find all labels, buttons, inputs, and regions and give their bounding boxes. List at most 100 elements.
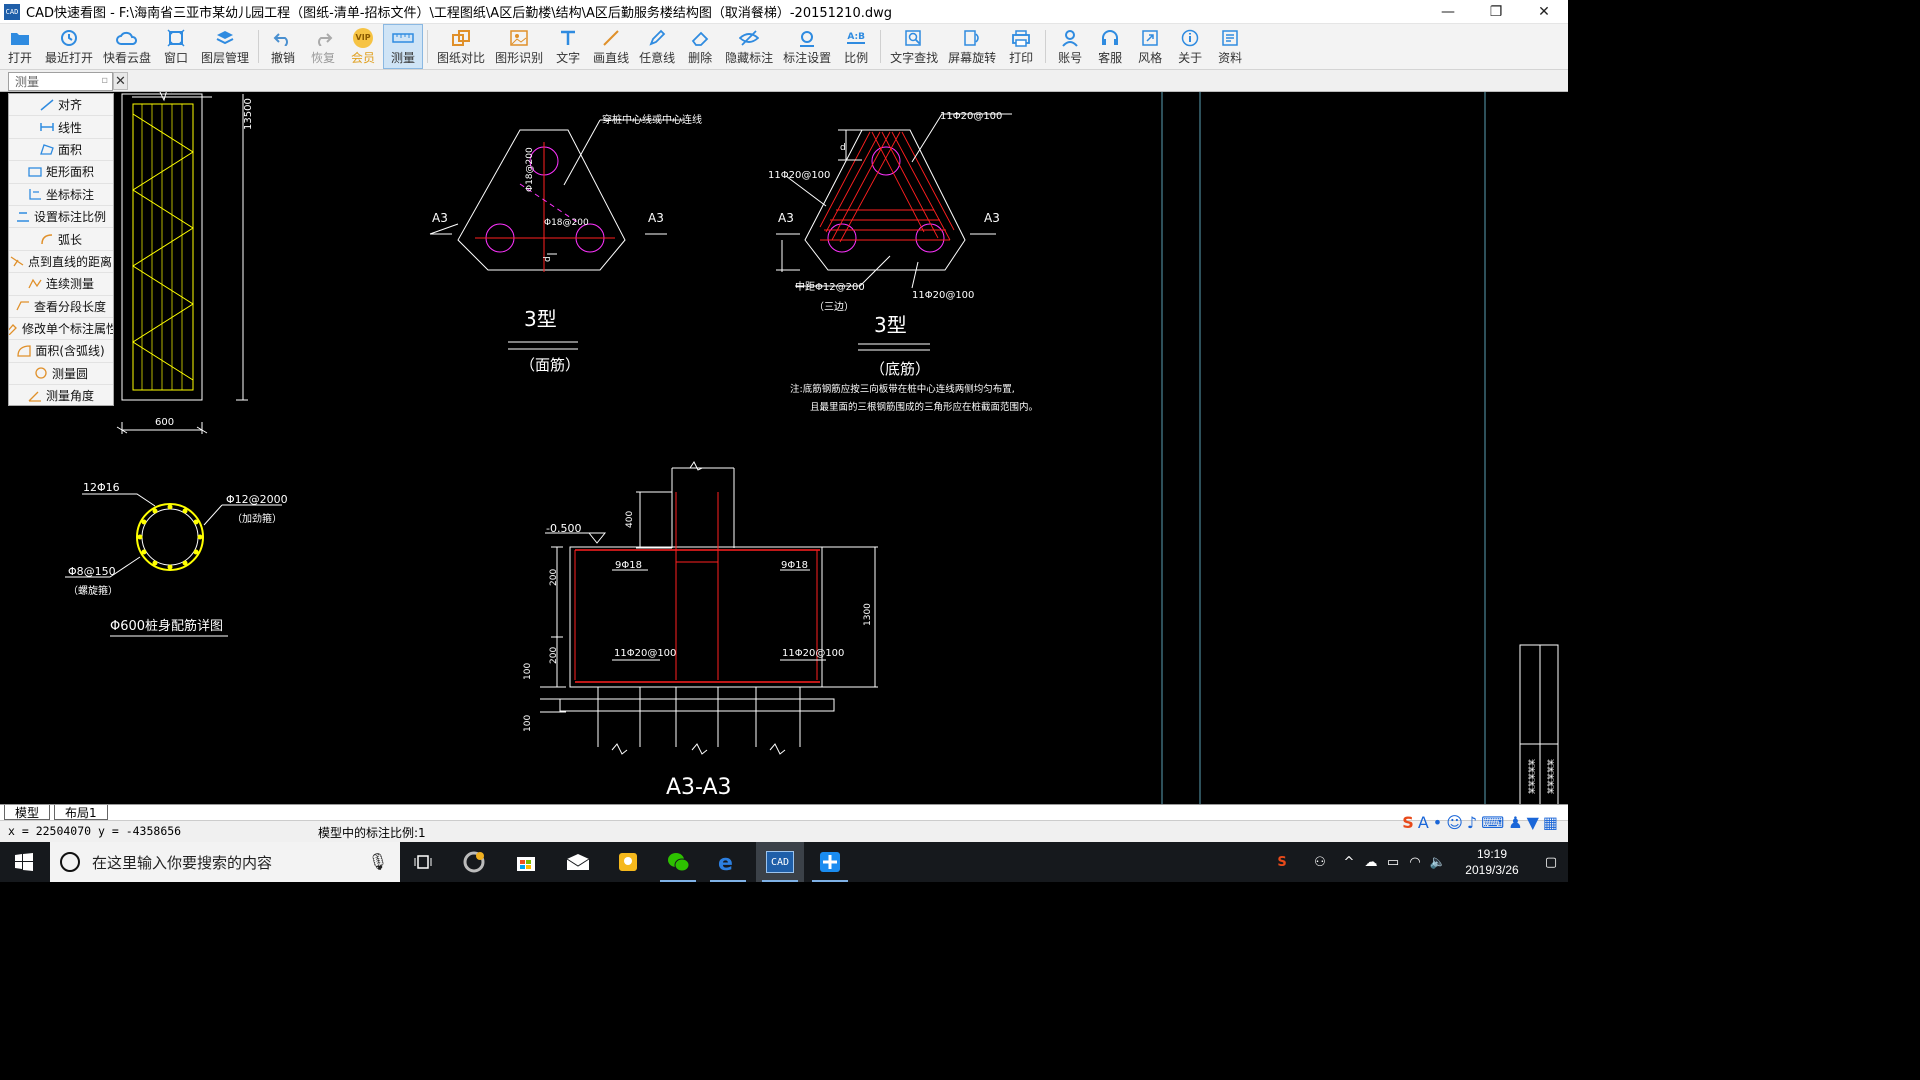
battery-icon[interactable]: ▭ [1382, 855, 1404, 870]
measure-button[interactable]: 测量 [383, 24, 424, 69]
window-icon [165, 28, 187, 48]
measure-item-circle[interactable]: 测量圆 [9, 363, 113, 386]
recent-button[interactable]: 最近打开 [40, 24, 98, 69]
store-icon[interactable] [502, 842, 550, 882]
windows-start-icon[interactable] [0, 842, 48, 882]
wechat-icon[interactable] [654, 842, 702, 882]
measure-item-set-scale[interactable]: 设置标注比例 [9, 206, 113, 229]
section-dim-400: 400 [625, 511, 635, 528]
open-button[interactable]: 打开 [0, 24, 40, 69]
docs-button[interactable]: 资料 [1210, 24, 1250, 69]
t3-right-d: d [840, 143, 846, 153]
task-view-icon[interactable] [400, 842, 448, 882]
dim-settings-button[interactable]: 标注设置 [778, 24, 836, 69]
style-button[interactable]: 风格 [1130, 24, 1170, 69]
measure-item-label: 弧长 [57, 232, 82, 247]
measure-item-coordinate[interactable]: 坐标标注 [9, 184, 113, 206]
measure-label: 测量 [391, 50, 416, 65]
measure-item-label: 连续测量 [45, 277, 94, 292]
onedrive-icon[interactable]: ☁ [1360, 855, 1382, 870]
clock-time: 19:19 [1476, 847, 1508, 861]
ime-grid-icon[interactable]: ▦ [1543, 813, 1558, 832]
panel-close-icon[interactable]: ✕ [113, 72, 128, 90]
measure-item-align[interactable]: 对齐 [9, 94, 113, 117]
cloud-button[interactable]: 快看云盘 [98, 24, 156, 69]
close-button[interactable]: ✕ [1520, 0, 1568, 24]
undo-button[interactable]: 撤销 [263, 24, 303, 69]
t3-right-bar-bottom: 11Φ20@100 [912, 290, 974, 301]
volume-icon[interactable]: 🔈 [1426, 855, 1450, 870]
service-button[interactable]: 客服 [1090, 24, 1130, 69]
taskbar-search-box[interactable]: 在这里输入你要搜索的内容 🎙 [50, 842, 400, 882]
angle-icon [28, 390, 42, 402]
pin-icon[interactable]: ▫ [101, 75, 108, 86]
find-text-button[interactable]: 文字查找 [885, 24, 943, 69]
ime-punct-icon[interactable]: • [1433, 813, 1442, 832]
pile-main-bars: 12Φ16 [83, 481, 120, 494]
measure-item-angle[interactable]: 测量角度 [9, 385, 113, 405]
ime-keyboard-icon[interactable]: ⌨ [1481, 813, 1504, 832]
ime-skin-icon[interactable]: ♟ [1508, 813, 1522, 832]
notification-icon[interactable]: ▢ [1534, 855, 1568, 870]
cap-section [540, 461, 878, 755]
section-bar-left: 9Φ18 [615, 560, 642, 571]
account-button[interactable]: 账号 [1050, 24, 1090, 69]
chevron-up-icon[interactable]: ^ [1338, 855, 1360, 870]
maximize-button[interactable]: ❐ [1472, 0, 1520, 24]
measure-item-arc-area[interactable]: 面积(含弧线) [9, 340, 113, 363]
hide-dim-button[interactable]: 隐藏标注 [720, 24, 778, 69]
scale-button[interactable]: A:B 比例 [836, 24, 876, 69]
measure-item-linear[interactable]: 线性 [9, 116, 113, 139]
cloud-icon [116, 28, 138, 48]
vip-button[interactable]: VIP 会员 [343, 24, 383, 69]
ime-emoji-icon[interactable]: ☺ [1446, 813, 1463, 832]
print-button[interactable]: 打印 [1001, 24, 1041, 69]
line-button[interactable]: 画直线 [588, 24, 634, 69]
remote-app-icon[interactable] [806, 842, 854, 882]
panel-tab-strip [0, 70, 1568, 92]
measure-item-rect-area[interactable]: 矩形面积 [9, 161, 113, 184]
ime-shirt-icon[interactable]: ▼ [1527, 813, 1539, 832]
microphone-icon[interactable]: 🎙 [368, 852, 388, 871]
sogou-tray-icon[interactable]: S [1262, 855, 1302, 870]
ime-chinese-icon[interactable]: A [1418, 813, 1429, 832]
window-button[interactable]: 窗口 [156, 24, 196, 69]
notes-icon[interactable] [604, 842, 652, 882]
measure-item-point-line[interactable]: 点到直线的距离 [9, 251, 113, 274]
taskbar-clock[interactable]: 19:19 2019/3/26 [1450, 846, 1534, 878]
delete-button[interactable]: 删除 [680, 24, 720, 69]
mail-icon[interactable] [554, 842, 602, 882]
sogou-icon[interactable]: S [1402, 813, 1414, 832]
minimize-button[interactable]: — [1424, 0, 1472, 24]
rotate-button[interactable]: 屏幕旋转 [943, 24, 1001, 69]
measure-item-arc-length[interactable]: 弧长 [9, 228, 113, 251]
text-button[interactable]: 文字 [548, 24, 588, 69]
compare-icon [450, 28, 472, 48]
redo-button[interactable]: 恢复 [303, 24, 343, 69]
note-line-2: 且最里面的三根钢筋围成的三角形应在桩截面范围内。 [810, 401, 1038, 413]
people-icon[interactable]: ⚇ [1302, 855, 1338, 870]
drawing-canvas[interactable]: 13500 600 A3 A3 穿桩中心线或中心连线 Φ18@200 Φ18@2… [0, 92, 1568, 804]
measure-item-area[interactable]: 面积 [9, 139, 113, 162]
cad-viewer-taskbar-icon[interactable]: CAD [756, 842, 804, 882]
measure-item-edit-dim[interactable]: 修改单个标注属性 [9, 318, 113, 341]
tab-layout1[interactable]: 布局1 [54, 805, 108, 820]
edge-icon[interactable]: e [704, 842, 752, 882]
pile-detail-title: Φ600桩身配筋详图 [110, 618, 223, 634]
dim-13500: 13500 [243, 98, 254, 130]
measure-item-continuous[interactable]: 连续测量 [9, 273, 113, 296]
compare-button[interactable]: 图纸对比 [432, 24, 490, 69]
section-bottom-right: 11Φ20@100 [782, 648, 844, 659]
browser-360-icon[interactable] [450, 842, 498, 882]
wifi-icon[interactable]: ◠ [1404, 855, 1426, 870]
text-label: 文字 [556, 50, 581, 65]
layers-button[interactable]: 图层管理 [196, 24, 254, 69]
ime-mic-icon[interactable]: ♪ [1467, 813, 1477, 832]
recognize-button[interactable]: 图形识别 [490, 24, 548, 69]
measure-panel-tab[interactable]: 测量 ▫ [8, 72, 113, 91]
about-button[interactable]: 关于 [1170, 24, 1210, 69]
freehand-button[interactable]: 任意线 [634, 24, 680, 69]
measure-item-segments[interactable]: 查看分段长度 [9, 296, 113, 318]
tab-model[interactable]: 模型 [4, 805, 51, 820]
ime-toolbar[interactable]: S A • ☺ ♪ ⌨ ♟ ▼ ▦ [1402, 813, 1558, 832]
